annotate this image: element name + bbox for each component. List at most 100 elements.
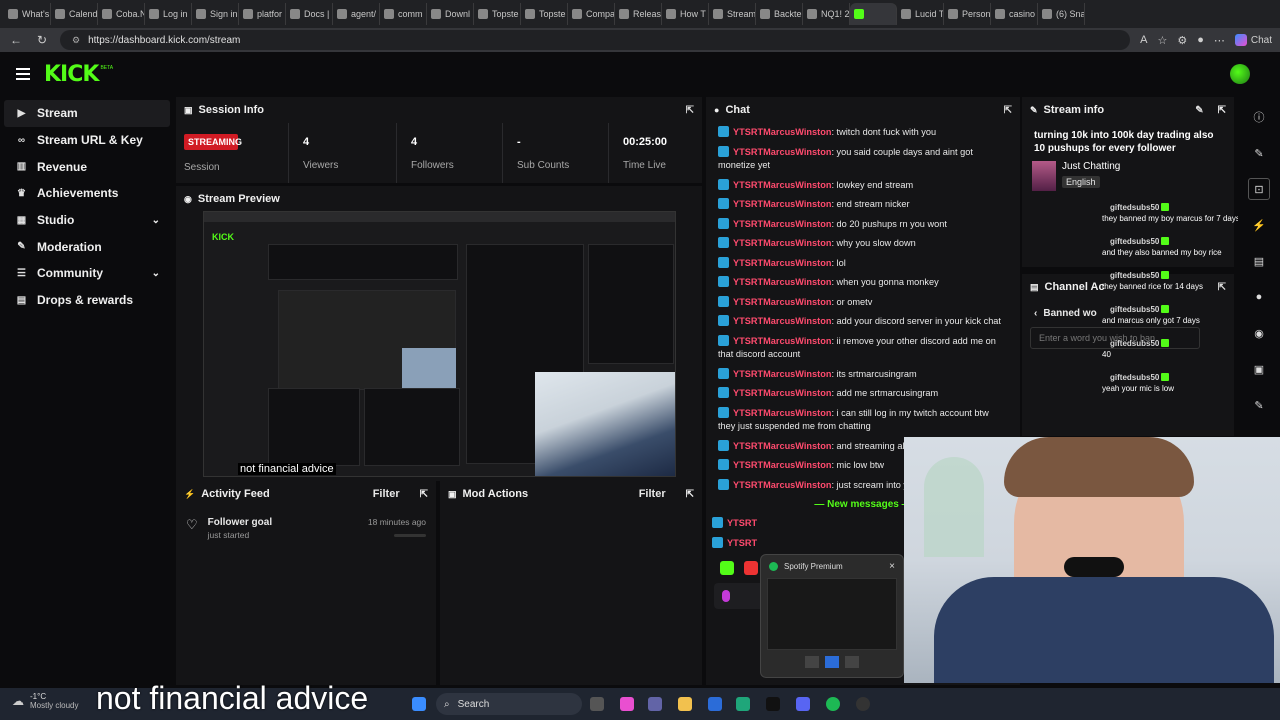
favorite-icon[interactable]: ☆ bbox=[1157, 34, 1167, 47]
sidebar-item-moderation[interactable]: ✎ Moderation bbox=[0, 233, 170, 260]
browser-tab[interactable]: Coba.N bbox=[98, 3, 145, 25]
back-icon[interactable]: ← bbox=[8, 33, 24, 47]
chat-username[interactable]: YTSRTMarcusWinston bbox=[733, 277, 831, 287]
browser-tab[interactable]: Docs | bbox=[286, 3, 333, 25]
taskbar-search[interactable]: ⌕ Search bbox=[436, 693, 582, 715]
browser-tab[interactable]: agent/ bbox=[333, 3, 380, 25]
browser-tab[interactable]: Releas bbox=[615, 3, 662, 25]
bolt-icon[interactable]: ⚡ bbox=[1248, 214, 1270, 236]
prev-icon[interactable] bbox=[805, 656, 819, 668]
chat-username[interactable]: YTSRTMarcusWinston bbox=[733, 369, 831, 379]
sidebar-item-studio[interactable]: ▦ Studio ⌄ bbox=[0, 207, 170, 234]
profile-icon[interactable]: ● bbox=[1197, 34, 1204, 46]
chevron-down-icon[interactable]: ⌄ bbox=[152, 215, 160, 226]
sidebar-item-revenue[interactable]: ▥ Revenue bbox=[0, 153, 170, 180]
sidebar-item-achievements[interactable]: ♛ Achievements bbox=[0, 180, 170, 207]
browser-tab[interactable]: How T bbox=[662, 3, 709, 25]
browser-tab[interactable]: Sign in bbox=[192, 3, 239, 25]
spotify-taskbar-icon[interactable] bbox=[826, 697, 840, 711]
chat-username[interactable]: YTSRTMarcusWinston bbox=[733, 408, 831, 418]
popout-icon[interactable]: ⇱ bbox=[686, 105, 694, 116]
tiktok-icon[interactable] bbox=[766, 697, 780, 711]
browser-tab[interactable]: Backte bbox=[756, 3, 803, 25]
browser-tab[interactable]: Downl bbox=[427, 3, 474, 25]
chat-username[interactable]: YTSRTMarcusWinston bbox=[733, 336, 831, 346]
task-view-icon[interactable] bbox=[590, 697, 604, 711]
chat-username[interactable]: YTSRTMarcusWinston bbox=[733, 460, 831, 470]
browser-tab[interactable]: comm bbox=[380, 3, 427, 25]
spotify-taskbar-preview[interactable]: Spotify Premium × bbox=[760, 554, 904, 678]
menu-icon[interactable]: ⋯ bbox=[1214, 34, 1225, 47]
edge-icon[interactable] bbox=[736, 697, 750, 711]
popout-icon[interactable]: ⇱ bbox=[686, 489, 694, 500]
back-chevron-icon[interactable]: ‹ bbox=[1034, 308, 1037, 319]
browser-tab[interactable]: NQ1! 2 bbox=[803, 3, 850, 25]
user-avatar[interactable] bbox=[1230, 64, 1250, 84]
teams-icon[interactable] bbox=[648, 697, 662, 711]
popout-icon[interactable]: ⇱ bbox=[1218, 105, 1226, 116]
sidebar-item-stream-url-key[interactable]: ∞ Stream URL & Key bbox=[0, 127, 170, 154]
site-info-icon[interactable]: ⚙ bbox=[72, 35, 80, 46]
browser-tab[interactable] bbox=[850, 3, 897, 25]
focus-icon[interactable]: ⊡ bbox=[1248, 178, 1270, 200]
stream-preview-video[interactable]: KICK not financial advice bbox=[203, 211, 676, 477]
chevron-down-icon[interactable]: ⌄ bbox=[152, 268, 160, 279]
chat-username[interactable]: YTSRTMarcusWinston bbox=[733, 441, 831, 451]
play-icon[interactable] bbox=[825, 656, 839, 668]
browser-tab[interactable]: Lucid T bbox=[897, 3, 944, 25]
layout-icon[interactable]: ▣ bbox=[1248, 358, 1270, 380]
browser-tab[interactable]: Topste bbox=[474, 3, 521, 25]
sidebar-item-stream[interactable]: ▶ Stream bbox=[4, 100, 170, 127]
chat-username[interactable]: YTSRTMarcusWinston bbox=[733, 219, 831, 229]
extensions-icon[interactable]: ⚙ bbox=[1177, 34, 1187, 47]
chat-username[interactable]: YTSRTMarcusWinston bbox=[733, 480, 831, 490]
chat-username[interactable]: YTSRTMarcusWinston bbox=[733, 180, 831, 190]
read-aloud-icon[interactable]: A bbox=[1140, 34, 1147, 46]
chat-username[interactable]: YTSRTMarcusWinston bbox=[733, 297, 831, 307]
browser-tab[interactable]: Compa bbox=[568, 3, 615, 25]
browser-tab[interactable]: Person bbox=[944, 3, 991, 25]
category-name[interactable]: Just Chatting bbox=[1062, 161, 1120, 172]
chat-username[interactable]: YTSRTMarcusWinston bbox=[733, 147, 831, 157]
chat-username[interactable]: YTSRT bbox=[727, 518, 757, 528]
browser-tab[interactable]: Calend bbox=[51, 3, 98, 25]
obs-icon[interactable] bbox=[856, 697, 870, 711]
copilot-chat-button[interactable]: Chat bbox=[1234, 34, 1272, 46]
chat-username[interactable]: YTSRTMarcusWinston bbox=[733, 127, 831, 137]
chat-username[interactable]: YTSRTMarcusWinston bbox=[733, 388, 831, 398]
browser-tab[interactable]: Stream bbox=[709, 3, 756, 25]
file-explorer-icon[interactable] bbox=[678, 697, 692, 711]
wrench-icon[interactable]: ✎ bbox=[1248, 394, 1270, 416]
broadcast-icon[interactable]: ◉ bbox=[1248, 322, 1270, 344]
chat-username[interactable]: YTSRTMarcusWinston bbox=[733, 238, 831, 248]
filter-button[interactable]: Filter bbox=[373, 488, 400, 500]
browser-tab[interactable]: What's bbox=[4, 3, 51, 25]
hamburger-menu-icon[interactable] bbox=[16, 68, 30, 80]
chat-username[interactable]: YTSRTMarcusWinston bbox=[733, 199, 831, 209]
kick-logo[interactable]: KICK bbox=[44, 62, 99, 87]
close-icon[interactable]: × bbox=[889, 561, 895, 572]
chat-username[interactable]: YTSRT bbox=[727, 538, 757, 548]
copilot-icon[interactable] bbox=[620, 697, 634, 711]
chat-username[interactable]: YTSRTMarcusWinston bbox=[733, 316, 831, 326]
address-bar[interactable]: ⚙ https://dashboard.kick.com/stream bbox=[60, 30, 1131, 50]
emote-icon[interactable] bbox=[720, 561, 734, 575]
windows-start-icon[interactable] bbox=[412, 697, 426, 711]
browser-tab[interactable]: Log in bbox=[145, 3, 192, 25]
browser-tab[interactable]: platfor bbox=[239, 3, 286, 25]
document-icon[interactable]: ▤ bbox=[1248, 250, 1270, 272]
edit-icon[interactable]: ✎ bbox=[1195, 105, 1203, 116]
info-icon[interactable]: ⓘ bbox=[1248, 106, 1270, 128]
next-icon[interactable] bbox=[845, 656, 859, 668]
popout-icon[interactable]: ⇱ bbox=[1004, 105, 1012, 116]
store-icon[interactable] bbox=[708, 697, 722, 711]
reload-icon[interactable]: ↻ bbox=[34, 33, 50, 47]
sidebar-item-drops-rewards[interactable]: ▤ Drops & rewards bbox=[0, 287, 170, 314]
popout-icon[interactable]: ⇱ bbox=[420, 489, 428, 500]
chat-bubble-icon[interactable]: ● bbox=[1248, 286, 1270, 308]
chat-username[interactable]: YTSRTMarcusWinston bbox=[733, 258, 831, 268]
browser-tab[interactable]: Topste bbox=[521, 3, 568, 25]
discord-icon[interactable] bbox=[796, 697, 810, 711]
filter-button[interactable]: Filter bbox=[639, 488, 666, 500]
emote-icon[interactable] bbox=[744, 561, 758, 575]
